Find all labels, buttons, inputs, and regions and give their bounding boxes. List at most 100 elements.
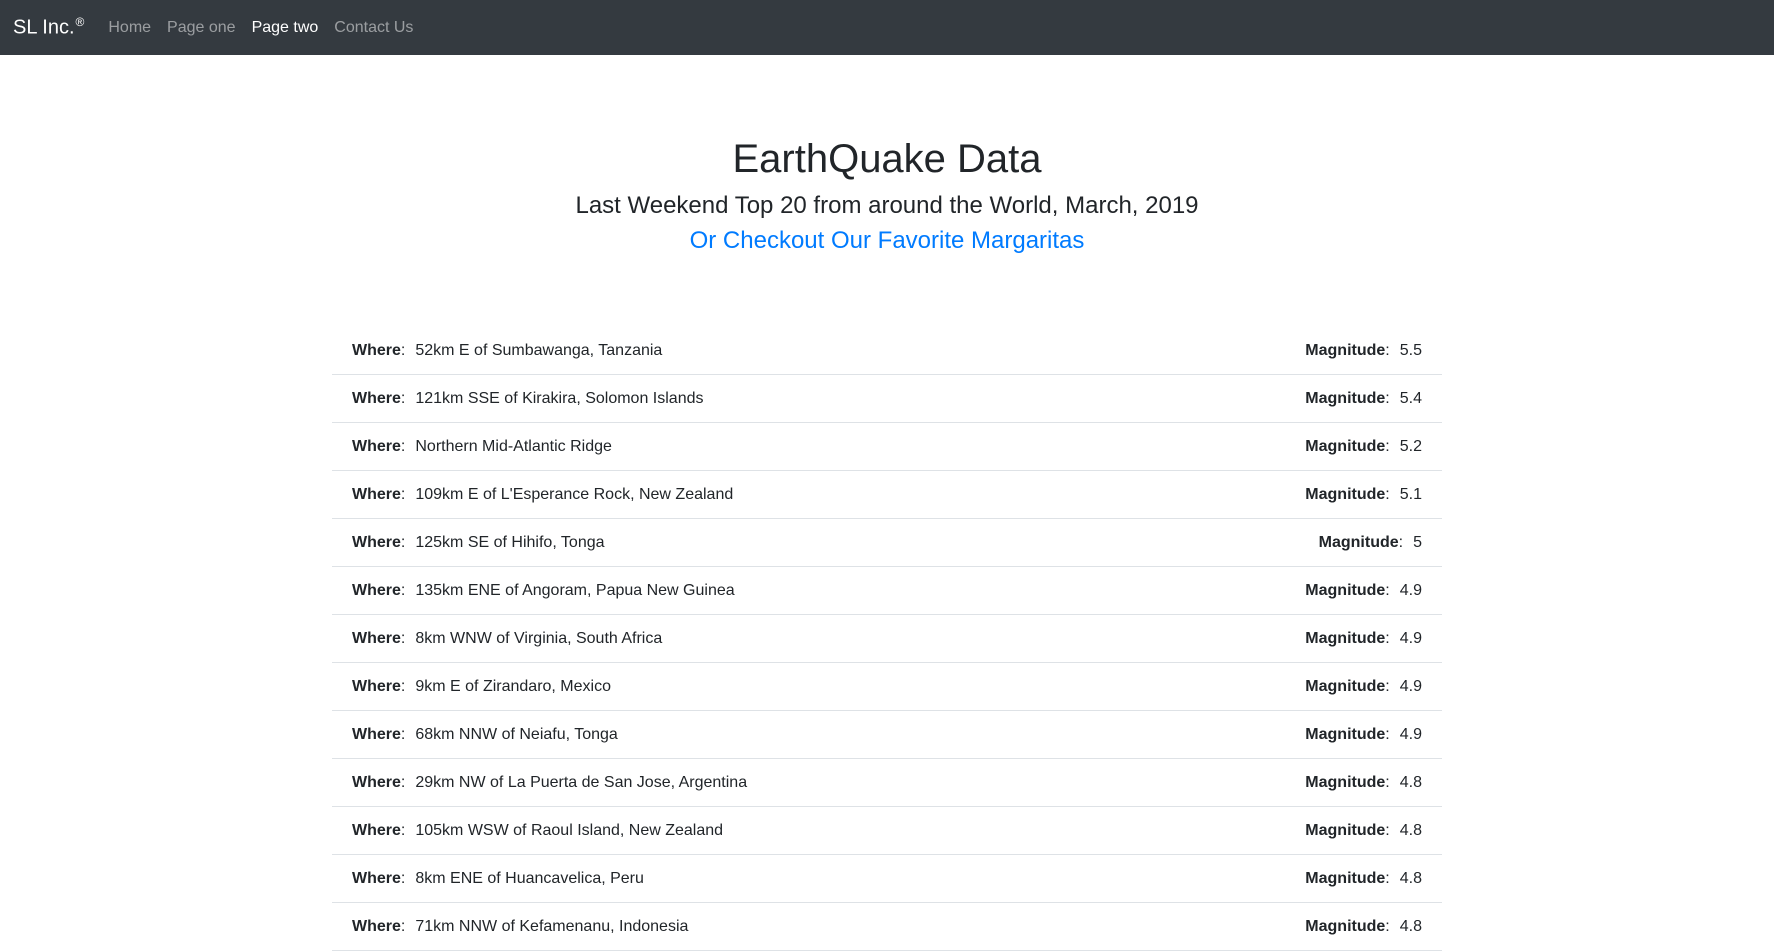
list-item: Where: 125km SE of Hihifo, Tonga Magnitude… <box>332 519 1442 567</box>
where-value: 135km ENE of Angoram, Papua New Guinea <box>415 581 735 599</box>
where-cell: Where: 52km E of Sumbawanga, Tanzania <box>352 342 662 360</box>
magnitude-value: 4.8 <box>1399 773 1422 791</box>
where-label: Where <box>352 341 401 359</box>
where-label: Where <box>352 869 401 887</box>
earthquake-list: Where: 52km E of Sumbawanga, Tanzania Magn… <box>332 327 1442 951</box>
colon: : <box>1385 581 1390 599</box>
nav-link-home[interactable]: Home <box>108 19 151 37</box>
magnitude-label: Magnitude <box>1305 725 1386 743</box>
where-label: Where <box>352 485 401 503</box>
magnitude-cell: Magnitude: 4.8 <box>1305 774 1422 792</box>
colon: : <box>400 389 406 407</box>
margaritas-link[interactable]: Or Checkout Our Favorite Margaritas <box>690 227 1085 254</box>
colon: : <box>400 341 406 359</box>
colon: : <box>1385 773 1390 791</box>
list-item: Where: 68km NNW of Neiafu, Tonga Magnitude… <box>332 711 1442 759</box>
list-item: Where: 135km ENE of Angoram, Papua New Gu… <box>332 567 1442 615</box>
magnitude-value: 5 <box>1413 533 1422 551</box>
magnitude-value: 4.8 <box>1399 917 1422 935</box>
magnitude-label: Magnitude <box>1305 773 1386 791</box>
magnitude-label: Magnitude <box>1305 677 1386 695</box>
colon: : <box>1385 485 1390 503</box>
where-label: Where <box>352 533 401 551</box>
where-label: Where <box>352 677 401 695</box>
colon: : <box>1385 437 1390 455</box>
where-label: Where <box>352 725 401 743</box>
list-item: Where: 29km NW of La Puerta de San Jose, … <box>332 759 1442 807</box>
magnitude-label: Magnitude <box>1305 821 1386 839</box>
list-item: Where: 71km NNW of Kefamenanu, Indonesia M… <box>332 903 1442 951</box>
where-cell: Where: 125km SE of Hihifo, Tonga <box>352 534 605 552</box>
colon: : <box>400 437 406 455</box>
where-label: Where <box>352 821 401 839</box>
nav-link-page-two[interactable]: Page two <box>252 19 319 37</box>
nav-link-contact-us[interactable]: Contact Us <box>334 19 413 37</box>
colon: : <box>400 725 406 743</box>
magnitude-label: Magnitude <box>1305 869 1386 887</box>
magnitude-cell: Magnitude: 5.5 <box>1305 342 1422 360</box>
colon: : <box>1385 821 1390 839</box>
magnitude-cell: Magnitude: 4.8 <box>1305 822 1422 840</box>
where-value: 109km E of L'Esperance Rock, New Zealand <box>415 485 734 503</box>
colon: : <box>1398 533 1404 551</box>
colon: : <box>1385 341 1390 359</box>
list-item: Where: 9km E of Zirandaro, Mexico Magnitud… <box>332 663 1442 711</box>
colon: : <box>400 629 406 647</box>
list-item: Where: 8km ENE of Huancavelica, Peru Magni… <box>332 855 1442 903</box>
where-cell: Where: 71km NNW of Kefamenanu, Indonesia <box>352 918 688 936</box>
where-value: 71km NNW of Kefamenanu, Indonesia <box>415 917 689 935</box>
magnitude-cell: Magnitude: 5.2 <box>1305 438 1422 456</box>
where-value: 52km E of Sumbawanga, Tanzania <box>415 341 663 359</box>
brand-logo[interactable]: SL Inc.® <box>13 15 84 40</box>
where-value: 105km WSW of Raoul Island, New Zealand <box>415 821 724 839</box>
where-value: 9km E of Zirandaro, Mexico <box>415 677 611 695</box>
magnitude-label: Magnitude <box>1318 533 1399 551</box>
magnitude-value: 4.9 <box>1399 581 1422 599</box>
where-cell: Where: 8km WNW of Virginia, South Africa <box>352 630 662 648</box>
colon: : <box>400 581 406 599</box>
brand-name: SL Inc. <box>13 16 75 39</box>
colon: : <box>400 533 406 551</box>
margaritas-link-container: Or Checkout Our Favorite Margaritas <box>0 226 1774 256</box>
magnitude-cell: Magnitude: 4.8 <box>1305 918 1422 936</box>
colon: : <box>1385 725 1390 743</box>
colon: : <box>400 869 406 887</box>
magnitude-value: 5.4 <box>1399 389 1422 407</box>
magnitude-value: 5.2 <box>1399 437 1422 455</box>
magnitude-value: 5.5 <box>1399 341 1422 359</box>
magnitude-cell: Magnitude: 4.9 <box>1305 678 1422 696</box>
magnitude-value: 4.9 <box>1399 677 1422 695</box>
navbar: SL Inc.® Home Page one Page two Contact … <box>0 0 1774 55</box>
where-label: Where <box>352 437 401 455</box>
magnitude-label: Magnitude <box>1305 341 1386 359</box>
where-cell: Where: 135km ENE of Angoram, Papua New Gu… <box>352 582 735 600</box>
where-value: 125km SE of Hihifo, Tonga <box>415 533 605 551</box>
where-value: 8km WNW of Virginia, South Africa <box>415 629 663 647</box>
nav-link-page-one[interactable]: Page one <box>167 19 236 37</box>
where-cell: Where: Northern Mid-Atlantic Ridge <box>352 438 612 456</box>
where-label: Where <box>352 581 401 599</box>
list-item: Where: Northern Mid-Atlantic Ridge Magnitu… <box>332 423 1442 471</box>
magnitude-value: 5.1 <box>1399 485 1422 503</box>
colon: : <box>1385 869 1390 887</box>
list-item: Where: 105km WSW of Raoul Island, New Zea… <box>332 807 1442 855</box>
colon: : <box>1385 629 1390 647</box>
where-label: Where <box>352 917 401 935</box>
where-cell: Where: 105km WSW of Raoul Island, New Zea… <box>352 822 723 840</box>
magnitude-cell: Magnitude: 4.8 <box>1305 870 1422 888</box>
magnitude-label: Magnitude <box>1305 581 1386 599</box>
colon: : <box>1385 389 1390 407</box>
magnitude-label: Magnitude <box>1305 629 1386 647</box>
where-cell: Where: 29km NW of La Puerta de San Jose, … <box>352 774 747 792</box>
magnitude-cell: Magnitude: 4.9 <box>1305 630 1422 648</box>
list-item: Where: 121km SSE of Kirakira, Solomon Isl… <box>332 375 1442 423</box>
colon: : <box>400 485 406 503</box>
magnitude-value: 4.9 <box>1399 629 1422 647</box>
page-subtitle: Last Weekend Top 20 from around the Worl… <box>575 192 1199 219</box>
where-value: Northern Mid-Atlantic Ridge <box>415 437 612 455</box>
colon: : <box>1385 677 1390 695</box>
magnitude-cell: Magnitude: 5.1 <box>1305 486 1422 504</box>
list-item: Where: 52km E of Sumbawanga, Tanzania Magn… <box>332 327 1442 375</box>
where-value: 68km NNW of Neiafu, Tonga <box>415 725 618 743</box>
where-value: 8km ENE of Huancavelica, Peru <box>415 869 644 887</box>
